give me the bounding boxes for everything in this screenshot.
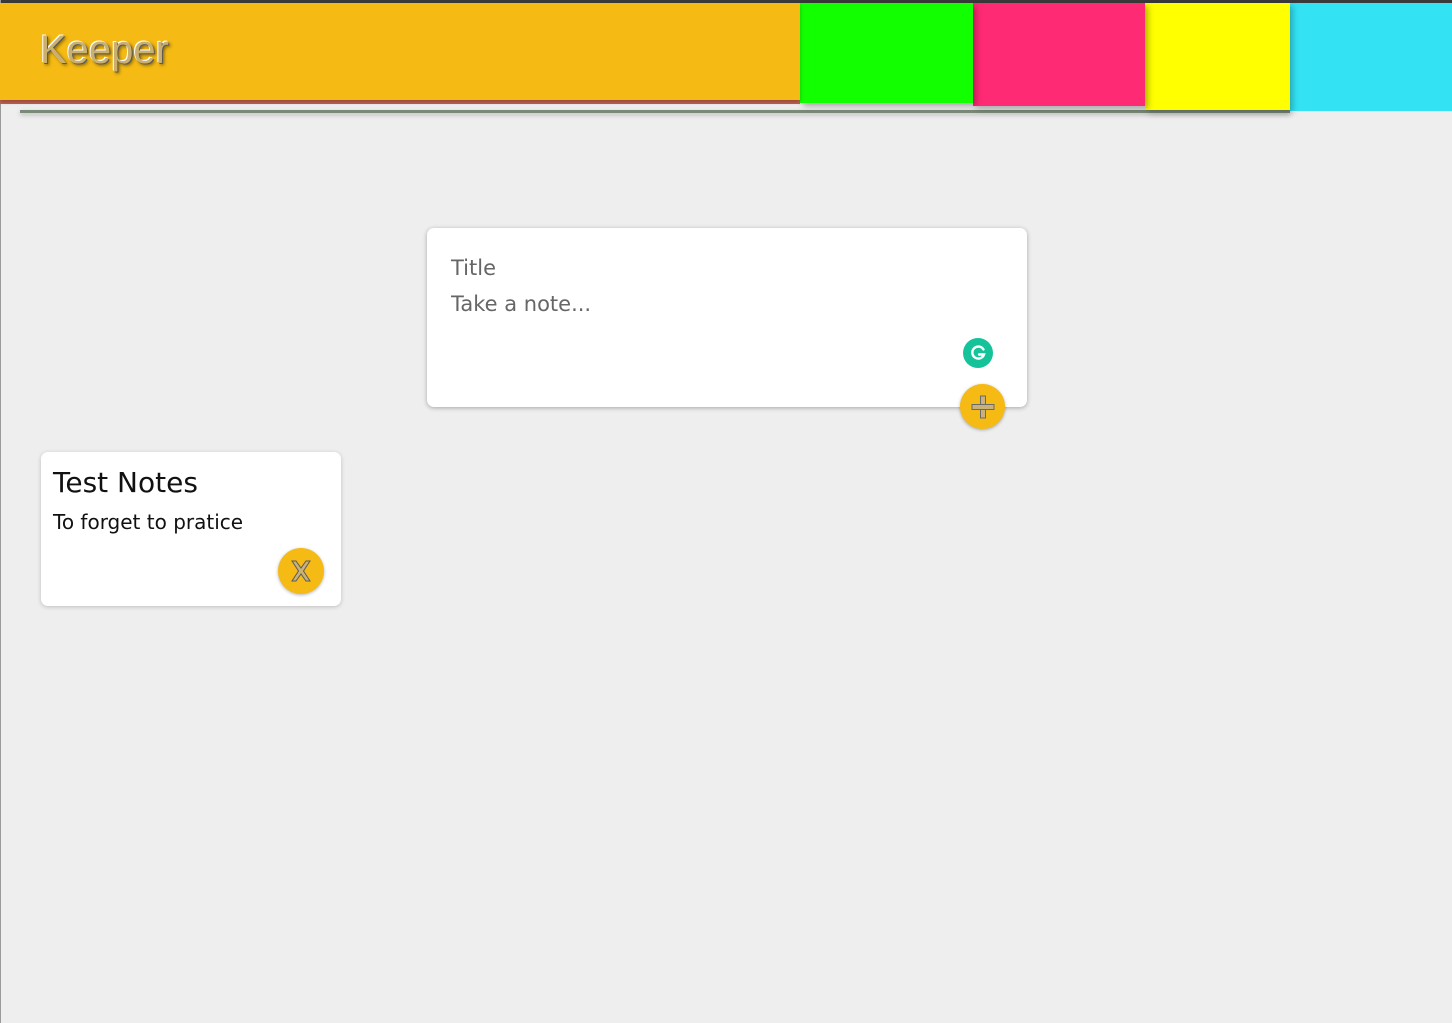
create-note-form	[427, 228, 1027, 429]
plus-icon	[971, 395, 994, 418]
x-icon	[291, 560, 311, 582]
header-band-cyan	[1290, 3, 1452, 111]
note-card: Test Notes To forget to pratice	[41, 452, 341, 606]
note-content: To forget to pratice	[53, 510, 244, 534]
grammarly-g-glyph	[971, 345, 986, 360]
add-note-button[interactable]	[960, 384, 1005, 429]
window-left-border	[0, 0, 1, 1023]
grammarly-icon[interactable]	[963, 338, 993, 368]
header-band-green	[800, 3, 973, 103]
header-band-pink	[973, 3, 1145, 106]
note-content-input[interactable]	[451, 292, 991, 352]
note-title: Test Notes	[53, 466, 198, 499]
header-band-yellow	[1145, 3, 1290, 110]
header-shadow-line	[20, 110, 1290, 113]
app-logo: Keeper	[40, 28, 169, 72]
header-main-bar: Keeper	[0, 3, 800, 100]
delete-note-button[interactable]	[278, 548, 324, 594]
title-input[interactable]	[451, 253, 991, 283]
